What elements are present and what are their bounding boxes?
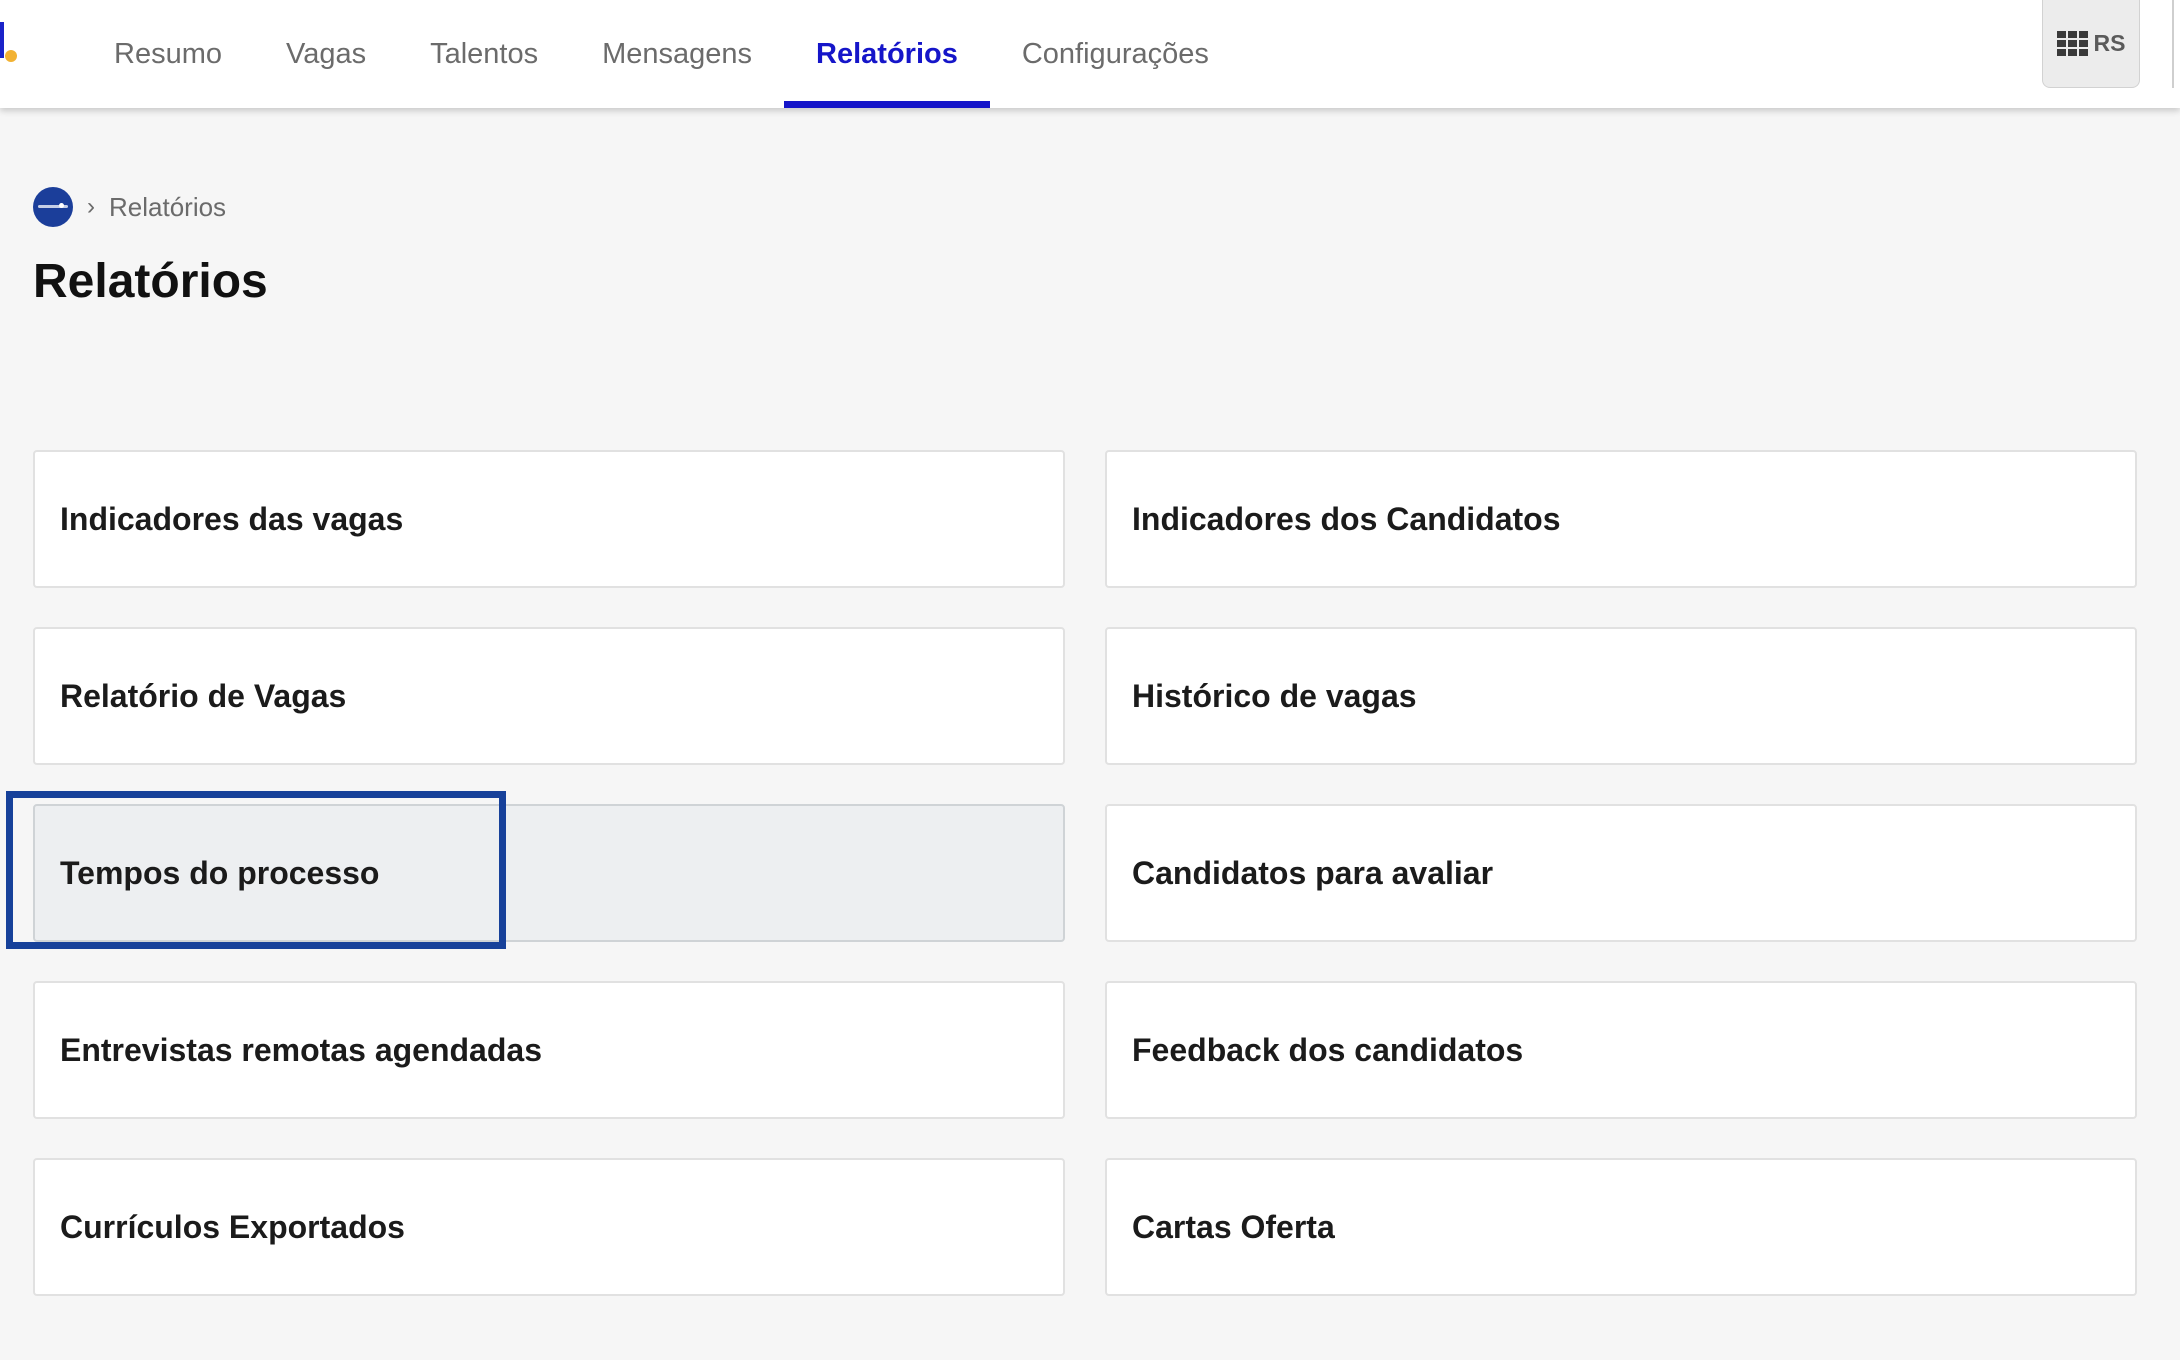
report-card-curriculos-exportados[interactable]: Currículos Exportados (33, 1158, 1065, 1296)
breadcrumb-current: Relatórios (109, 191, 227, 222)
report-card-label: Candidatos para avaliar (1132, 854, 1494, 891)
report-card-label: Entrevistas remotas agendadas (60, 1031, 542, 1068)
report-card-historico-vagas[interactable]: Histórico de vagas (1105, 627, 2137, 765)
tab-configuracoes[interactable]: Configurações (990, 0, 1241, 108)
report-card-indicadores-candidatos[interactable]: Indicadores dos Candidatos (1105, 450, 2137, 588)
logo-mark[interactable] (0, 22, 4, 58)
tab-resumo[interactable]: Resumo (82, 0, 254, 108)
report-card-label: Currículos Exportados (60, 1208, 405, 1245)
report-card-label: Indicadores das vagas (60, 500, 404, 537)
logo-dot-icon (5, 50, 17, 62)
tab-relatorios[interactable]: Relatórios (784, 0, 990, 108)
user-initials: RS (2093, 30, 2126, 56)
report-card-indicadores-vagas[interactable]: Indicadores das vagas (33, 450, 1065, 588)
report-card-label: Relatório de Vagas (60, 677, 347, 714)
report-card-entrevistas-remotas[interactable]: Entrevistas remotas agendadas (33, 981, 1065, 1119)
chevron-right-icon: › (87, 193, 95, 220)
report-card-label: Cartas Oferta (1132, 1208, 1335, 1245)
report-card-label: Tempos do processo (60, 854, 380, 891)
breadcrumb: › Relatórios (33, 186, 226, 228)
grid-icon (2056, 31, 2088, 56)
report-card-feedback-candidatos[interactable]: Feedback dos candidatos (1105, 981, 2137, 1119)
report-card-cartas-oferta[interactable]: Cartas Oferta (1105, 1158, 2137, 1296)
main-nav-tabs: Resumo Vagas Talentos Mensagens Relatóri… (82, 0, 1241, 108)
page-title: Relatórios (33, 255, 268, 308)
report-card-label: Feedback dos candidatos (1132, 1031, 1524, 1068)
report-card-relatorio-vagas[interactable]: Relatório de Vagas (33, 627, 1065, 765)
company-avatar-icon[interactable] (33, 187, 73, 227)
report-card-label: Histórico de vagas (1132, 677, 1417, 714)
user-menu-button[interactable]: RS (2042, 0, 2140, 88)
topbar-edge-panel (2172, 0, 2180, 88)
tab-vagas[interactable]: Vagas (254, 0, 398, 108)
report-card-label: Indicadores dos Candidatos (1132, 500, 1561, 537)
report-card-candidatos-avaliar[interactable]: Candidatos para avaliar (1105, 804, 2137, 942)
report-list: Indicadores das vagas Indicadores dos Ca… (33, 450, 2137, 1296)
top-navigation: Resumo Vagas Talentos Mensagens Relatóri… (0, 0, 2180, 108)
tab-talentos[interactable]: Talentos (398, 0, 570, 108)
report-card-tempos-processo[interactable]: Tempos do processo (33, 804, 1065, 942)
tab-mensagens[interactable]: Mensagens (570, 0, 784, 108)
